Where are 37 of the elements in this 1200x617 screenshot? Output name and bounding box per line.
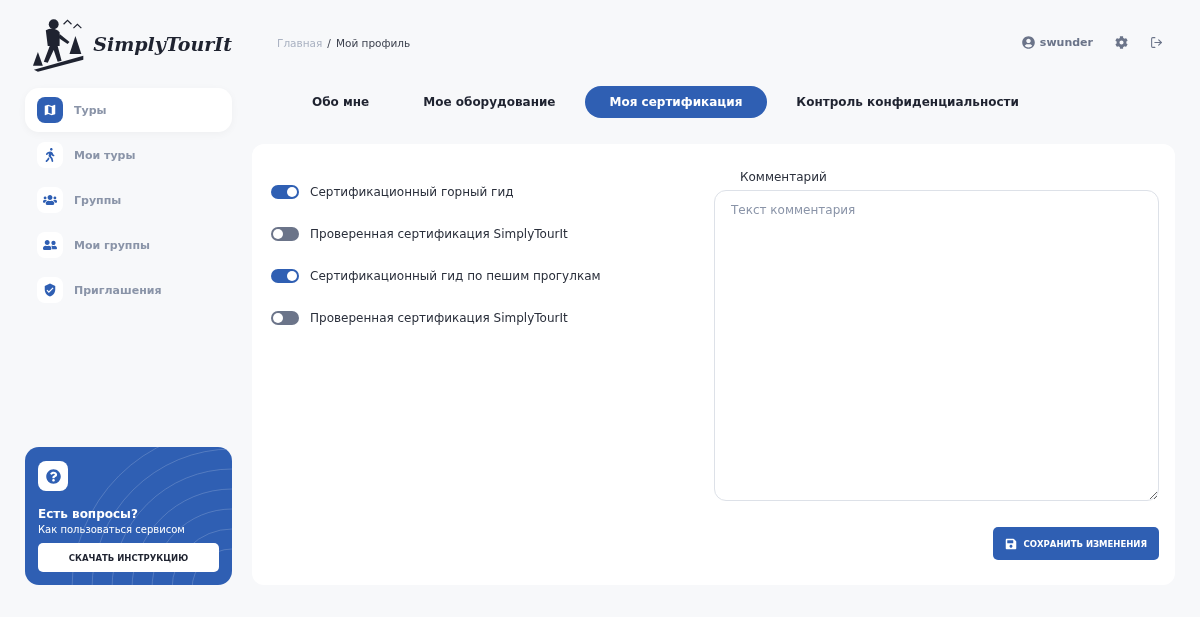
sidebar-item-label: Группы [74, 193, 122, 207]
people-icon [37, 232, 63, 258]
tab[interactable]: Моя сертификация [584, 85, 768, 118]
breadcrumb-link[interactable]: Мой профиль [335, 36, 411, 49]
tab[interactable]: Контроль конфиденциальности [771, 85, 1044, 118]
toggle-label: Проверенная сертификация SimplyTourIt [310, 227, 568, 241]
user-name[interactable]: swunder [1039, 36, 1093, 50]
help-title: Есть вопросы? [38, 507, 139, 521]
logout-icon[interactable] [1150, 36, 1163, 50]
tab[interactable]: Мое оборудование [398, 85, 581, 118]
question-icon [38, 461, 68, 491]
comment-field[interactable]: Текст комментария [714, 190, 1159, 501]
sidebar-item-label: Мои туры [74, 148, 136, 162]
tab[interactable]: Обо мне [287, 85, 395, 118]
toggle-switch[interactable] [271, 269, 299, 283]
breadcrumb-separator: / [327, 36, 331, 49]
save-icon [1004, 537, 1017, 550]
help-subtitle: Как пользоваться сервисом [38, 524, 186, 535]
walking-person-icon [37, 142, 63, 168]
toggle-label: Проверенная сертификация SimplyTourIt [310, 311, 568, 325]
sidebar-item-label: Приглашения [74, 283, 162, 297]
sidebar-item-label: Мои группы [74, 238, 150, 252]
download-button[interactable]: СКАЧАТЬ ИНСТРУКЦИЮ [38, 543, 219, 572]
logo-text: SimplyTourIt [93, 33, 232, 55]
toggle-switch[interactable] [271, 311, 299, 325]
comment-label: Комментарий [740, 170, 828, 184]
user-icon [1021, 36, 1035, 50]
sidebar-item-label: Туры [74, 103, 107, 117]
group-icon [37, 187, 63, 213]
toggle-switch[interactable] [271, 227, 299, 241]
save-button[interactable]: СОХРАНИТЬ ИЗМЕНЕНИЯ [992, 527, 1159, 560]
map-icon [37, 97, 63, 123]
toggle-switch[interactable] [271, 185, 299, 199]
shield-check-icon [37, 277, 63, 303]
settings-icon[interactable] [1115, 36, 1128, 50]
toggle-label: Сертификационный горный гид [310, 185, 514, 199]
toggle-label: Сертификационный гид по пешим прогулкам [310, 269, 601, 283]
